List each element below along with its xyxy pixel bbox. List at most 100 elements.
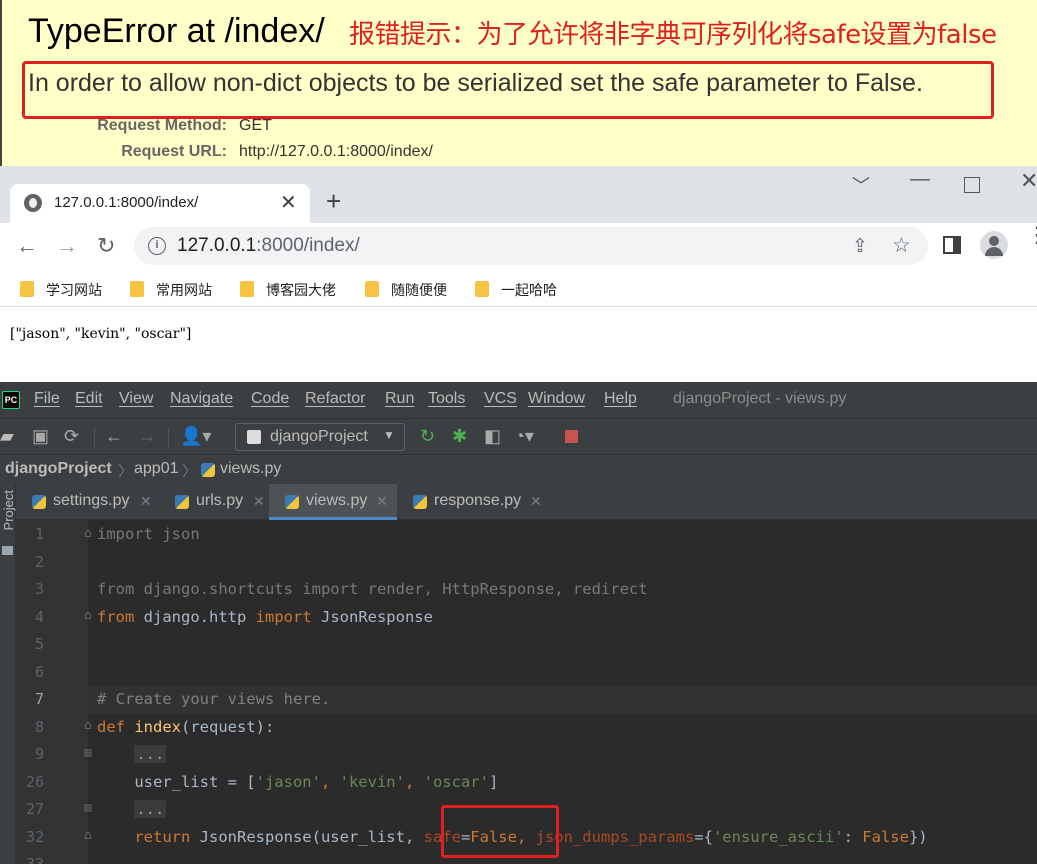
meta-key: Request URL: [121, 143, 227, 160]
line-number: 33 [25, 855, 44, 864]
profile-run-icon[interactable]: ◔▾ [514, 426, 534, 447]
fold-expand-icon[interactable]: ⊞ [84, 746, 94, 761]
folded-code[interactable]: ... [134, 745, 167, 763]
code-line-9: ... [97, 745, 167, 763]
forward-icon[interactable]: → [56, 233, 78, 259]
menu-refactor[interactable]: Refactor [305, 390, 365, 408]
menu-vcs[interactable]: VCS [484, 390, 517, 408]
menu-navigate[interactable]: Navigate [170, 390, 233, 408]
open-folder-icon[interactable]: ▰ [0, 426, 14, 447]
fold-marker-icon[interactable]: ⌂ [84, 608, 94, 623]
breadcrumb-file[interactable]: views.py [220, 460, 281, 478]
tab-label: views.py [306, 492, 368, 509]
minimize-icon[interactable]: — [910, 168, 930, 191]
code-line-26: user_list = ['jason', 'kevin', 'oscar'] [97, 773, 499, 791]
tab-views-py[interactable]: views.py ✕ [269, 484, 397, 520]
folder-icon [2, 546, 13, 555]
sync-icon[interactable]: ⟳ [64, 426, 79, 447]
user-dropdown-icon[interactable]: 👤▾ [180, 426, 211, 447]
browser-tab[interactable]: 127.0.0.1:8000/index/ ✕ [10, 184, 310, 223]
django-icon [247, 430, 261, 444]
error-annotation: 报错提示：为了允许将非字典可序列化将safe设置为false [349, 20, 997, 50]
fold-marker-icon[interactable]: ⌂ [84, 718, 94, 733]
pycharm-logo-icon: PC [2, 391, 20, 409]
project-tool-button[interactable]: Project [1, 490, 16, 530]
maximize-icon[interactable] [964, 177, 980, 193]
fold-marker-icon[interactable]: ⌂ [84, 526, 94, 541]
menu-help[interactable]: Help [604, 390, 637, 408]
meta-key: Request Method: [97, 117, 227, 134]
close-icon[interactable]: ✕ [530, 493, 542, 510]
menu-view[interactable]: View [119, 390, 153, 408]
fold-marker-icon[interactable]: ⌂ [84, 828, 94, 843]
pycharm-window: PC File Edit View Navigate Code Refactor… [0, 382, 1037, 864]
chevron-down-icon[interactable]: ﹀ [852, 172, 870, 198]
line-number: 9 [34, 745, 44, 763]
line-number: 4 [34, 608, 44, 626]
back-icon[interactable]: ← [16, 233, 38, 259]
code-line-1: import json [97, 525, 200, 543]
close-tab-icon[interactable]: ✕ [280, 190, 297, 215]
python-file-icon [201, 463, 215, 477]
new-tab-icon[interactable]: + [326, 186, 341, 217]
forward-icon[interactable]: → [138, 426, 156, 447]
tab-response-py[interactable]: response.py ✕ [397, 484, 547, 520]
breadcrumb: djangoProject 〉 app01 〉 views.py [0, 454, 1037, 484]
menu-edit[interactable]: Edit [75, 390, 103, 408]
address-bar[interactable]: i 127.0.0.1:8000/index/ ⇪ ☆ [134, 227, 928, 265]
folder-icon [240, 281, 254, 297]
close-icon[interactable]: ✕ [376, 493, 388, 510]
code-editor[interactable]: 1 2 3 4 5 6 7 8 9 26 27 32 33 ⌂ ⌂ ⌂ ⊞ ⊞ … [16, 520, 1037, 864]
profile-avatar-icon[interactable] [980, 231, 1008, 259]
back-icon[interactable]: ← [105, 426, 123, 447]
menu-kebab-icon[interactable]: ⋮ [1026, 224, 1037, 246]
breadcrumb-project[interactable]: djangoProject [5, 460, 112, 478]
menu-code[interactable]: Code [251, 390, 289, 408]
ide-menubar: PC File Edit View Navigate Code Refactor… [0, 382, 1037, 418]
folded-code[interactable]: ... [134, 800, 167, 818]
rerun-icon[interactable]: ↻ [420, 426, 435, 447]
url-host: 127.0.0.1 [177, 235, 257, 256]
side-panel-icon[interactable] [943, 236, 961, 254]
menu-run[interactable]: Run [385, 390, 414, 408]
code-line-3: from django.shortcuts import render, Htt… [97, 580, 648, 598]
share-icon[interactable]: ⇪ [852, 235, 868, 258]
error-message: In order to allow non-dict objects to be… [28, 69, 923, 97]
project-tool-window-strip: Project [0, 484, 16, 864]
bookmarks-bar: 学习网站 常用网站 博客园大佬 随随便便 一起哈哈 [0, 269, 1037, 307]
address-url[interactable]: 127.0.0.1:8000/index/ [177, 235, 360, 257]
globe-icon [24, 194, 42, 212]
fold-expand-icon[interactable]: ⊞ [84, 801, 94, 816]
tab-label: settings.py [53, 492, 130, 509]
browser-tabstrip: 127.0.0.1:8000/index/ ✕ + ﹀ — ✕ [0, 166, 1037, 223]
menu-tools[interactable]: Tools [428, 390, 465, 408]
save-icon[interactable]: ▣ [32, 426, 49, 447]
editor-tabs: settings.py ✕ urls.py ✕ views.py ✕ respo… [16, 484, 1037, 520]
breadcrumb-separator-icon: 〉 [182, 463, 198, 480]
folder-icon [365, 281, 379, 297]
close-window-icon[interactable]: ✕ [1020, 168, 1037, 194]
menu-window[interactable]: Window [528, 390, 585, 408]
info-icon[interactable]: i [148, 237, 166, 255]
run-configuration-select[interactable]: djangoProject ▼ [235, 423, 405, 451]
stop-icon[interactable] [565, 430, 578, 443]
tab-settings-py[interactable]: settings.py ✕ [16, 484, 159, 520]
url-path: :8000/index/ [256, 235, 360, 256]
meta-value: GET [239, 117, 272, 134]
close-icon[interactable]: ✕ [140, 493, 152, 510]
star-icon[interactable]: ☆ [892, 233, 911, 258]
json-response-text: ["jason", "kevin", "oscar"] [10, 326, 192, 342]
breadcrumb-folder[interactable]: app01 [134, 460, 179, 478]
ide-toolbar: ▰ ▣ ⟳ ← → 👤▾ djangoProject ▼ ↻ ✱ ◧ ◔▾ [0, 418, 1037, 454]
menu-file[interactable]: File [34, 390, 60, 408]
coverage-icon[interactable]: ◧ [484, 426, 501, 447]
tab-title: 127.0.0.1:8000/index/ [54, 194, 199, 211]
line-number: 8 [34, 718, 44, 736]
toolbar-divider [94, 428, 95, 448]
tab-urls-py[interactable]: urls.py ✕ [159, 484, 269, 520]
reload-icon[interactable]: ↻ [97, 233, 115, 259]
python-file-icon [413, 495, 427, 509]
python-file-icon [175, 495, 189, 509]
close-icon[interactable]: ✕ [253, 493, 265, 510]
debug-bug-icon[interactable]: ✱ [452, 426, 467, 447]
